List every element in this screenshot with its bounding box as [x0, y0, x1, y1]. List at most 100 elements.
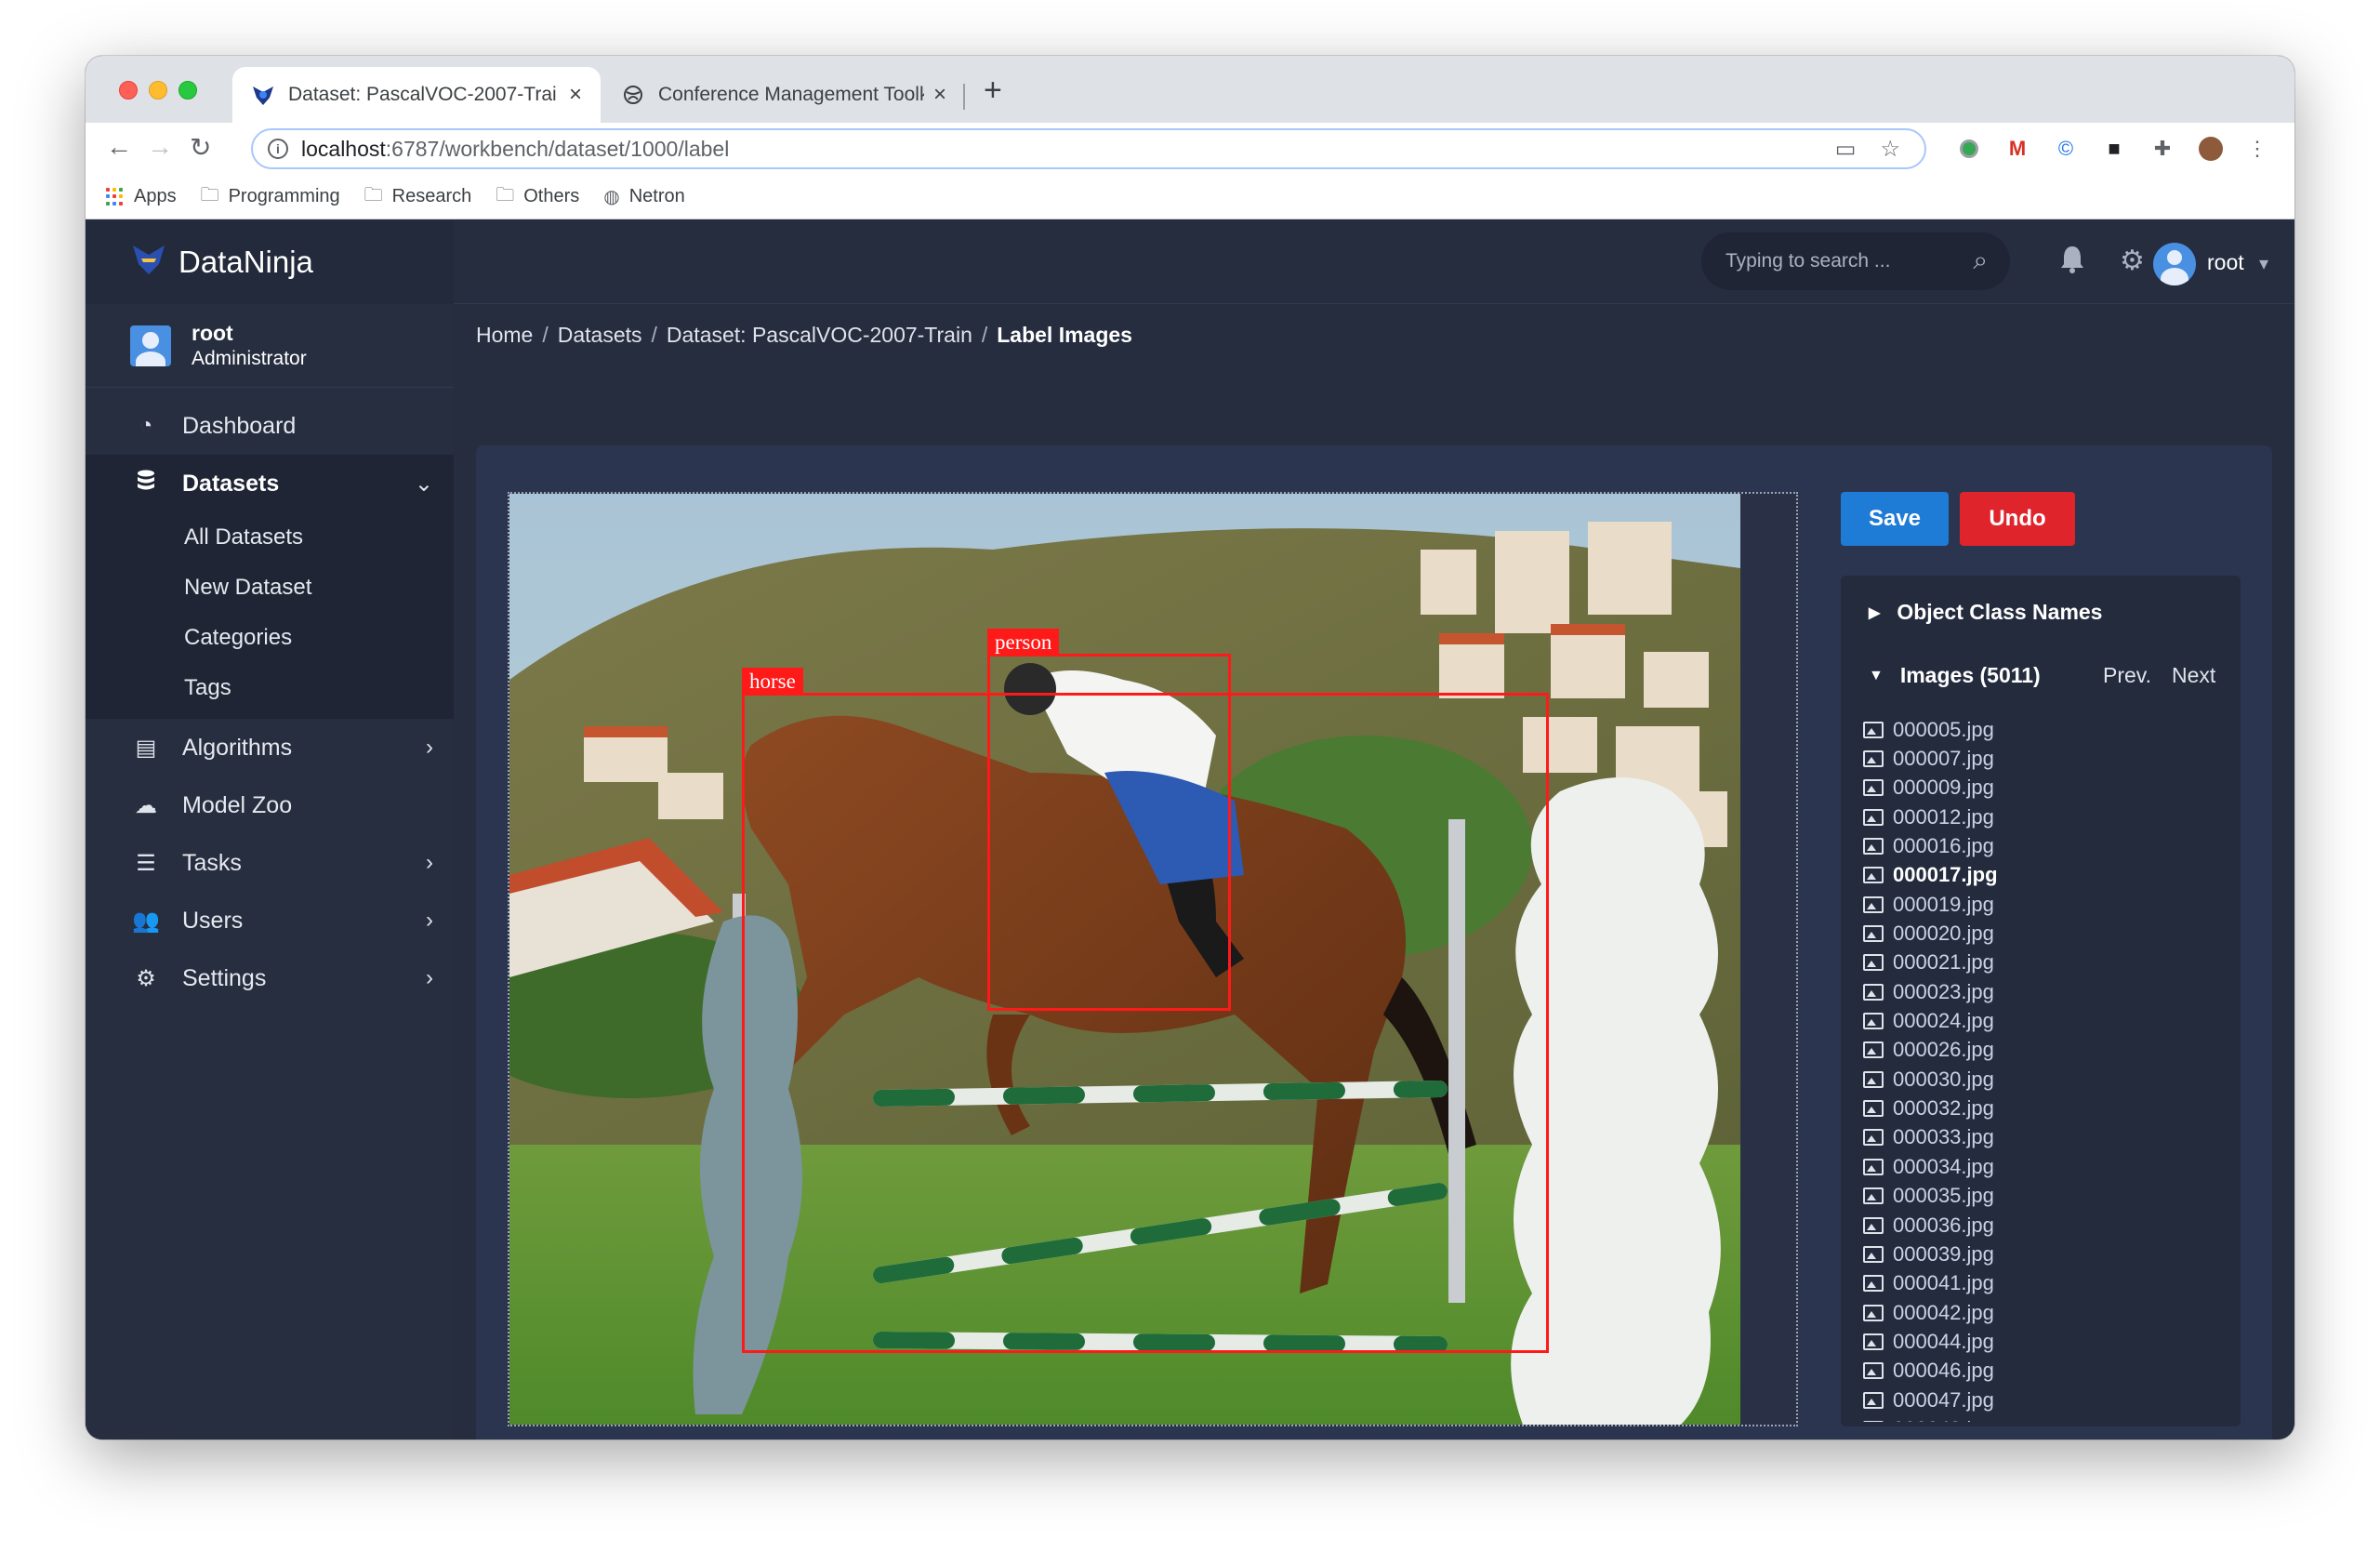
list-item[interactable]: 000007.jpg	[1863, 744, 2226, 773]
list-item[interactable]: 000046.jpg	[1863, 1357, 2226, 1386]
tab-title: Dataset: PascalVOC-2007-Trai	[288, 84, 557, 105]
list-item[interactable]: 000012.jpg	[1863, 803, 2226, 831]
list-item[interactable]: 000023.jpg	[1863, 977, 2226, 1006]
search-input[interactable]: Typing to search ... ⌕	[1701, 232, 2010, 290]
list-item[interactable]: 000041.jpg	[1863, 1269, 2226, 1298]
menu-label: Settings	[182, 964, 267, 991]
reload-icon[interactable]: ↻	[190, 132, 211, 163]
tab-strip: Dataset: PascalVOC-2007-Trai × Conferenc…	[86, 56, 2294, 123]
url-text[interactable]: localhost:6787/workbench/dataset/1000/la…	[301, 137, 1835, 162]
forward-arrow-icon[interactable]: →	[147, 132, 173, 162]
list-item[interactable]: 000021.jpg	[1863, 948, 2226, 977]
sidebar-item-dashboard[interactable]: ◔ Dashboard	[86, 397, 454, 455]
gear-icon[interactable]: ⚙	[2120, 245, 2145, 277]
users-icon: 👥	[132, 908, 160, 934]
image-file-icon	[1863, 983, 1884, 1001]
bookmark-research[interactable]: 🗀 Research	[364, 181, 472, 213]
extension-green-dot-icon[interactable]	[1956, 136, 1982, 162]
breadcrumb-datasets[interactable]: Datasets	[558, 323, 642, 348]
avatar[interactable]	[2153, 243, 2196, 285]
zoom-window-button[interactable]	[178, 81, 197, 99]
sidebar-item-settings[interactable]: ⚙ Settings ›	[86, 949, 454, 1007]
list-item[interactable]: 000016.jpg	[1863, 831, 2226, 860]
gmail-icon[interactable]: M	[2004, 136, 2030, 162]
list-item[interactable]: 000032.jpg	[1863, 1094, 2226, 1122]
list-item[interactable]: 000048.jpg	[1863, 1414, 2226, 1422]
next-link[interactable]: Next	[2172, 663, 2215, 688]
search-icon[interactable]: ⌕	[1973, 245, 1988, 276]
image-file-list[interactable]: 000005.jpg 000007.jpg 000009.jpg 000012.jpg…	[1863, 715, 2226, 1422]
list-item[interactable]: 000042.jpg	[1863, 1298, 2226, 1327]
sidebar-item-new-dataset[interactable]: New Dataset	[86, 563, 454, 613]
list-item[interactable]: 000039.jpg	[1863, 1240, 2226, 1268]
tab-close-icon[interactable]: ×	[569, 82, 582, 108]
list-item[interactable]: 000026.jpg	[1863, 1036, 2226, 1065]
list-item[interactable]: 000009.jpg	[1863, 774, 2226, 803]
sidebar-item-users[interactable]: 👥 Users ›	[86, 892, 454, 949]
sidebar-item-tasks[interactable]: ☰ Tasks ›	[86, 834, 454, 892]
file-name: 000039.jpg	[1893, 1241, 1994, 1266]
minimize-window-button[interactable]	[149, 81, 167, 99]
bbox-person[interactable]: person	[987, 629, 1231, 1011]
bookmark-programming[interactable]: 🗀 Programming	[201, 181, 340, 213]
list-item[interactable]: 000036.jpg	[1863, 1211, 2226, 1240]
file-name: 000042.jpg	[1893, 1300, 1994, 1324]
sidebar-item-categories[interactable]: Categories	[86, 613, 454, 663]
list-item[interactable]: 000017.jpg	[1863, 861, 2226, 890]
sidebar-item-datasets[interactable]: Datasets ⌄	[86, 455, 454, 512]
new-tab-button[interactable]: +	[984, 73, 1002, 109]
bell-icon[interactable]	[2058, 245, 2086, 282]
profile-avatar-icon[interactable]	[2198, 136, 2224, 162]
list-item[interactable]: 000034.jpg	[1863, 1152, 2226, 1181]
image-file-icon	[1863, 954, 1884, 972]
star-icon[interactable]: ☆	[1880, 136, 1900, 163]
sidebar-item-algorithms[interactable]: ▤ Algorithms ›	[86, 719, 454, 776]
list-item[interactable]: 000044.jpg	[1863, 1327, 2226, 1356]
kebab-menu-icon[interactable]: ⋮	[2244, 136, 2270, 162]
tab-close-icon[interactable]: ×	[933, 82, 946, 108]
sidebar-item-model-zoo[interactable]: ☁ Model Zoo	[86, 776, 454, 834]
bookmark-label: Others	[523, 186, 580, 206]
back-arrow-icon[interactable]: ←	[106, 132, 132, 162]
search-placeholder: Typing to search ...	[1726, 250, 1891, 272]
list-item[interactable]: 000047.jpg	[1863, 1386, 2226, 1414]
list-item[interactable]: 000035.jpg	[1863, 1182, 2226, 1211]
images-toggle[interactable]: ▼ Images (5011)	[1869, 663, 2041, 688]
tab-conference[interactable]: Conference Management Toolk ×	[602, 67, 965, 123]
object-class-names-toggle[interactable]: ▶ Object Class Names	[1869, 600, 2102, 625]
breadcrumb-dataset[interactable]: Dataset: PascalVOC-2007-Train	[667, 323, 972, 348]
list-item[interactable]: 000024.jpg	[1863, 1006, 2226, 1035]
labeling-canvas[interactable]: horse person	[508, 492, 1798, 1426]
cast-icon[interactable]: ▭	[1835, 136, 1857, 163]
extension-reader-icon[interactable]: ■	[2101, 136, 2127, 162]
list-item[interactable]: 000005.jpg	[1863, 715, 2226, 744]
tab-dataset[interactable]: Dataset: PascalVOC-2007-Trai ×	[232, 67, 601, 123]
image-file-icon	[1863, 1041, 1884, 1059]
caret-down-icon[interactable]: ▾	[2259, 252, 2268, 275]
extension-c-icon[interactable]: ©	[2053, 136, 2079, 162]
brand[interactable]: DataNinja	[86, 220, 454, 304]
url-path: :6787/workbench/dataset/1000/label	[385, 136, 730, 161]
list-item[interactable]: 000019.jpg	[1863, 890, 2226, 919]
undo-button[interactable]: Undo	[1960, 492, 2075, 546]
puzzle-extensions-icon[interactable]: ✚	[2149, 136, 2175, 162]
site-info-icon[interactable]: i	[268, 139, 288, 159]
sidebar-item-tags[interactable]: Tags	[86, 663, 454, 713]
image-file-icon	[1863, 1100, 1884, 1118]
list-item[interactable]: 000020.jpg	[1863, 919, 2226, 948]
image-file-icon	[1863, 1187, 1884, 1205]
list-item[interactable]: 000033.jpg	[1863, 1123, 2226, 1152]
gear-icon: ⚙	[136, 965, 156, 991]
address-bar[interactable]: i localhost:6787/workbench/dataset/1000/…	[251, 128, 1926, 169]
close-window-button[interactable]	[119, 81, 138, 99]
breadcrumb-home[interactable]: Home	[476, 323, 533, 348]
bookmark-netron[interactable]: ◍ Netron	[603, 185, 684, 208]
sidebar-item-all-datasets[interactable]: All Datasets	[86, 512, 454, 563]
save-button[interactable]: Save	[1841, 492, 1949, 546]
list-item[interactable]: 000030.jpg	[1863, 1065, 2226, 1094]
topbar-username[interactable]: root	[2207, 250, 2244, 275]
bookmark-others[interactable]: 🗀 Others	[496, 181, 579, 213]
prev-link[interactable]: Prev.	[2103, 663, 2151, 688]
section-title: Object Class Names	[1897, 600, 2103, 624]
bookmark-apps[interactable]: Apps	[106, 186, 177, 207]
